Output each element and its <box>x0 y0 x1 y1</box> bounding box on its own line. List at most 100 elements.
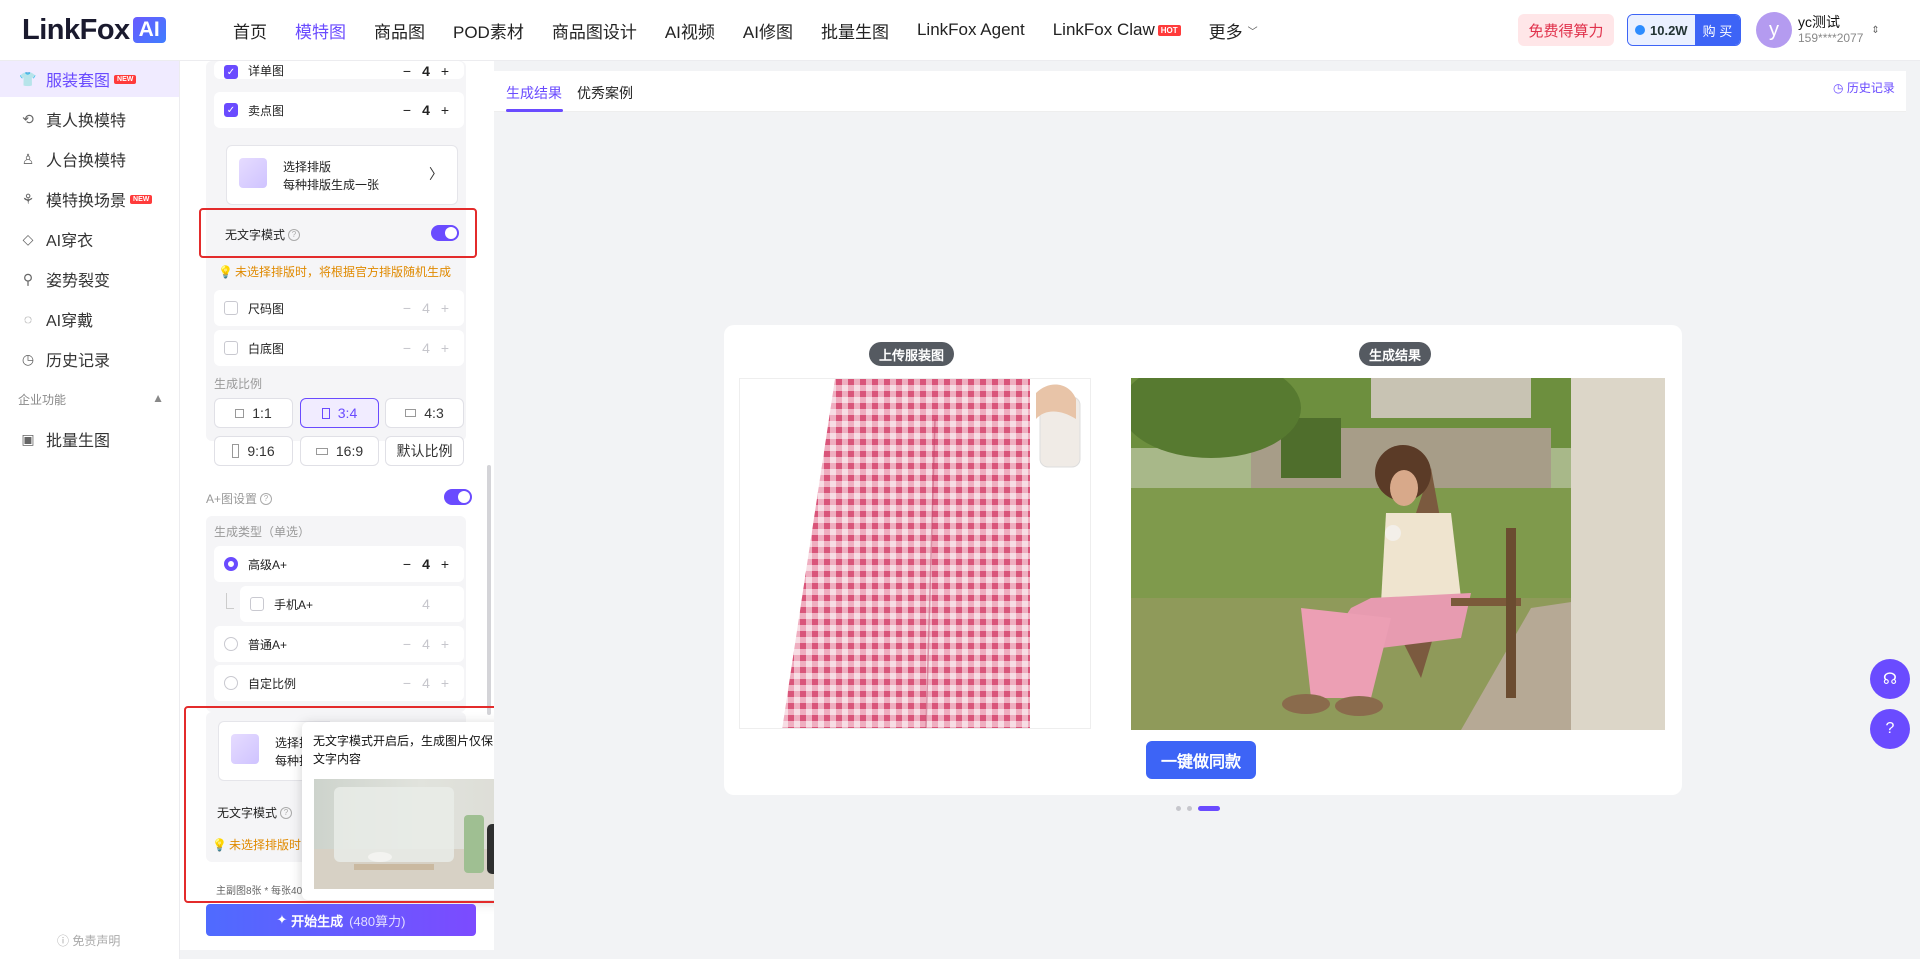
headset-icon[interactable]: ☊ <box>1870 659 1910 699</box>
user-menu[interactable]: y yc测试 159****2077 ⇕ <box>1756 12 1880 48</box>
clock-icon: ◷ <box>1833 81 1847 95</box>
sidebar-item-label: AI穿衣 <box>46 233 94 250</box>
plus-icon[interactable]: + <box>436 102 454 118</box>
sidebar-group-enterprise[interactable]: 企业功能 ▲ <box>18 391 164 408</box>
nav-pod[interactable]: POD素材 <box>453 18 524 43</box>
sidebar-item-scene-swap[interactable]: ⚘ 模特换场景 NEW <box>0 181 179 217</box>
aplus-high-row: 高级A+ −4 + <box>214 546 464 582</box>
selling-point-checkbox[interactable]: ✓ <box>224 103 238 117</box>
aplus-high-radio[interactable] <box>224 557 238 571</box>
history-link[interactable]: ◷ 历史记录 <box>1833 79 1895 96</box>
upload-label: 上传服装图 <box>869 342 955 366</box>
normal-aplus-row: 普通A+ −4 + <box>214 626 464 662</box>
panel-scrollbar[interactable] <box>487 465 491 715</box>
ratio-1-1[interactable]: 1:1 <box>214 398 293 428</box>
user-info: yc测试 159****2077 <box>1798 14 1863 46</box>
plus-icon[interactable]: + <box>436 556 454 572</box>
nav-product-image[interactable]: 商品图 <box>374 18 425 43</box>
ratio-4-3[interactable]: 4:3 <box>385 398 464 428</box>
carousel-dot[interactable] <box>1176 806 1181 811</box>
top-bar: LinkFox AI 首页 模特图 商品图 POD素材 商品图设计 AI视频 A… <box>0 0 1920 61</box>
mobile-aplus-count: 4 <box>422 596 430 612</box>
ratio-label: 9:16 <box>247 443 275 459</box>
generate-label: 开始生成 <box>291 913 344 929</box>
sidebar-item-batch[interactable]: ▣ 批量生图 <box>0 421 179 457</box>
sidebar-item-real-model-swap[interactable]: ⟲ 真人换模特 <box>0 101 179 137</box>
carousel-dot-active[interactable] <box>1198 806 1220 811</box>
mobile-aplus-checkbox[interactable] <box>250 597 264 611</box>
generated-result-image <box>1131 378 1665 730</box>
plus-icon[interactable]: + <box>436 63 454 79</box>
minus-icon[interactable]: − <box>398 63 416 79</box>
nav-ai-retouch[interactable]: AI修图 <box>743 18 793 43</box>
size-chart-row: 尺码图 −4 + <box>214 290 464 326</box>
minus-icon[interactable]: − <box>398 556 416 572</box>
normal-aplus-radio[interactable] <box>224 637 238 651</box>
mannequin-icon: ♙ <box>21 150 35 167</box>
nav-claw-label: LinkFox Claw <box>1052 20 1155 39</box>
detail-label: 详单图 <box>248 64 285 78</box>
sidebar-item-ai-accessory[interactable]: ◌ AI穿戴 <box>0 301 179 337</box>
group-label: 企业功能 <box>18 393 67 407</box>
generate-cost: (480算力) <box>349 913 406 929</box>
nav-product-design[interactable]: 商品图设计 <box>552 18 637 43</box>
custom-ratio-label: 自定比例 <box>248 676 297 691</box>
tab-results[interactable]: 生成结果 <box>506 83 562 103</box>
carousel-dots <box>1176 806 1226 811</box>
minus-icon: − <box>402 300 412 316</box>
free-credit-button[interactable]: 免费得算力 <box>1518 14 1614 46</box>
wide-icon <box>315 447 328 455</box>
buy-button[interactable]: 购 买 <box>1694 15 1741 45</box>
gen-type-label: 生成类型（单选） <box>214 525 311 539</box>
custom-ratio-radio[interactable] <box>224 676 238 690</box>
make-same-button[interactable]: 一键做同款 <box>1146 741 1256 779</box>
carousel-dot[interactable] <box>1187 806 1192 811</box>
start-generate-button[interactable]: ✦ 开始生成 (480算力) <box>206 904 476 936</box>
help-icon[interactable]: ? <box>260 492 273 505</box>
question-icon[interactable]: ? <box>1870 709 1910 749</box>
nav-batch[interactable]: 批量生图 <box>821 18 889 43</box>
ratio-default[interactable]: 默认比例 <box>385 436 464 466</box>
size-chart-checkbox[interactable] <box>224 301 238 315</box>
custom-ratio-stepper: −4 + <box>398 675 454 691</box>
size-chart-count: 4 <box>422 300 430 316</box>
bulb-icon: 💡 <box>218 264 233 279</box>
minus-icon: − <box>402 675 412 691</box>
chevron-up-icon: ▲ <box>152 391 164 405</box>
disclaimer-link[interactable]: ⓘ 免责声明 <box>57 932 120 949</box>
detail-row: ✓ 详单图 −4 + <box>214 61 464 79</box>
sidebar-item-label: 历史记录 <box>46 353 111 370</box>
sidebar-item-history[interactable]: ◷ 历史记录 <box>0 341 179 377</box>
aplus-high-count: 4 <box>422 556 430 572</box>
sidebar-item-label: 姿势裂变 <box>46 273 111 290</box>
credit-value: 10.2W <box>1650 22 1688 38</box>
layout-selector[interactable]: 选择排版 每种排版生成一张 〉 <box>226 145 458 205</box>
nav-agent[interactable]: LinkFox Agent <box>917 20 1025 40</box>
sidebar-item-ai-dressing[interactable]: ◇ AI穿衣 <box>0 221 179 257</box>
custom-ratio-count: 4 <box>422 675 430 691</box>
ratio-16-9[interactable]: 16:9 <box>300 436 379 466</box>
sidebar-item-label: 真人换模特 <box>46 113 127 130</box>
nav-more[interactable]: 更多 ﹀ <box>1209 18 1258 43</box>
tab-showcase[interactable]: 优秀案例 <box>577 83 633 103</box>
tall-icon <box>232 444 240 458</box>
detail-checkbox[interactable]: ✓ <box>224 65 238 79</box>
mobile-aplus-stepper: 4 <box>416 596 436 612</box>
sidebar-item-outfit-set[interactable]: 👕 服装套图 NEW <box>0 61 179 97</box>
credit-widget: 10.2W 购 买 <box>1627 14 1742 46</box>
ratio-3-4[interactable]: 3:4 <box>300 398 379 428</box>
white-bg-checkbox[interactable] <box>224 341 238 355</box>
sidebar-item-pose-variation[interactable]: ⚲ 姿势裂变 <box>0 261 179 297</box>
aplus-toggle[interactable] <box>444 489 472 505</box>
nav-model-image[interactable]: 模特图 <box>295 18 346 43</box>
ratio-9-16[interactable]: 9:16 <box>214 436 293 466</box>
nav-claw[interactable]: LinkFox Claw HOT <box>1053 20 1181 40</box>
pose-icon: ⚲ <box>22 270 34 287</box>
sidebar-item-mannequin-swap[interactable]: ♙ 人台换模特 <box>0 141 179 177</box>
tree-connector <box>226 593 234 609</box>
minus-icon[interactable]: − <box>398 102 416 118</box>
linkfox-logo[interactable]: LinkFox AI <box>22 13 166 47</box>
hot-badge: HOT <box>1157 24 1181 36</box>
nav-ai-video[interactable]: AI视频 <box>665 18 715 43</box>
nav-home[interactable]: 首页 <box>233 18 267 43</box>
